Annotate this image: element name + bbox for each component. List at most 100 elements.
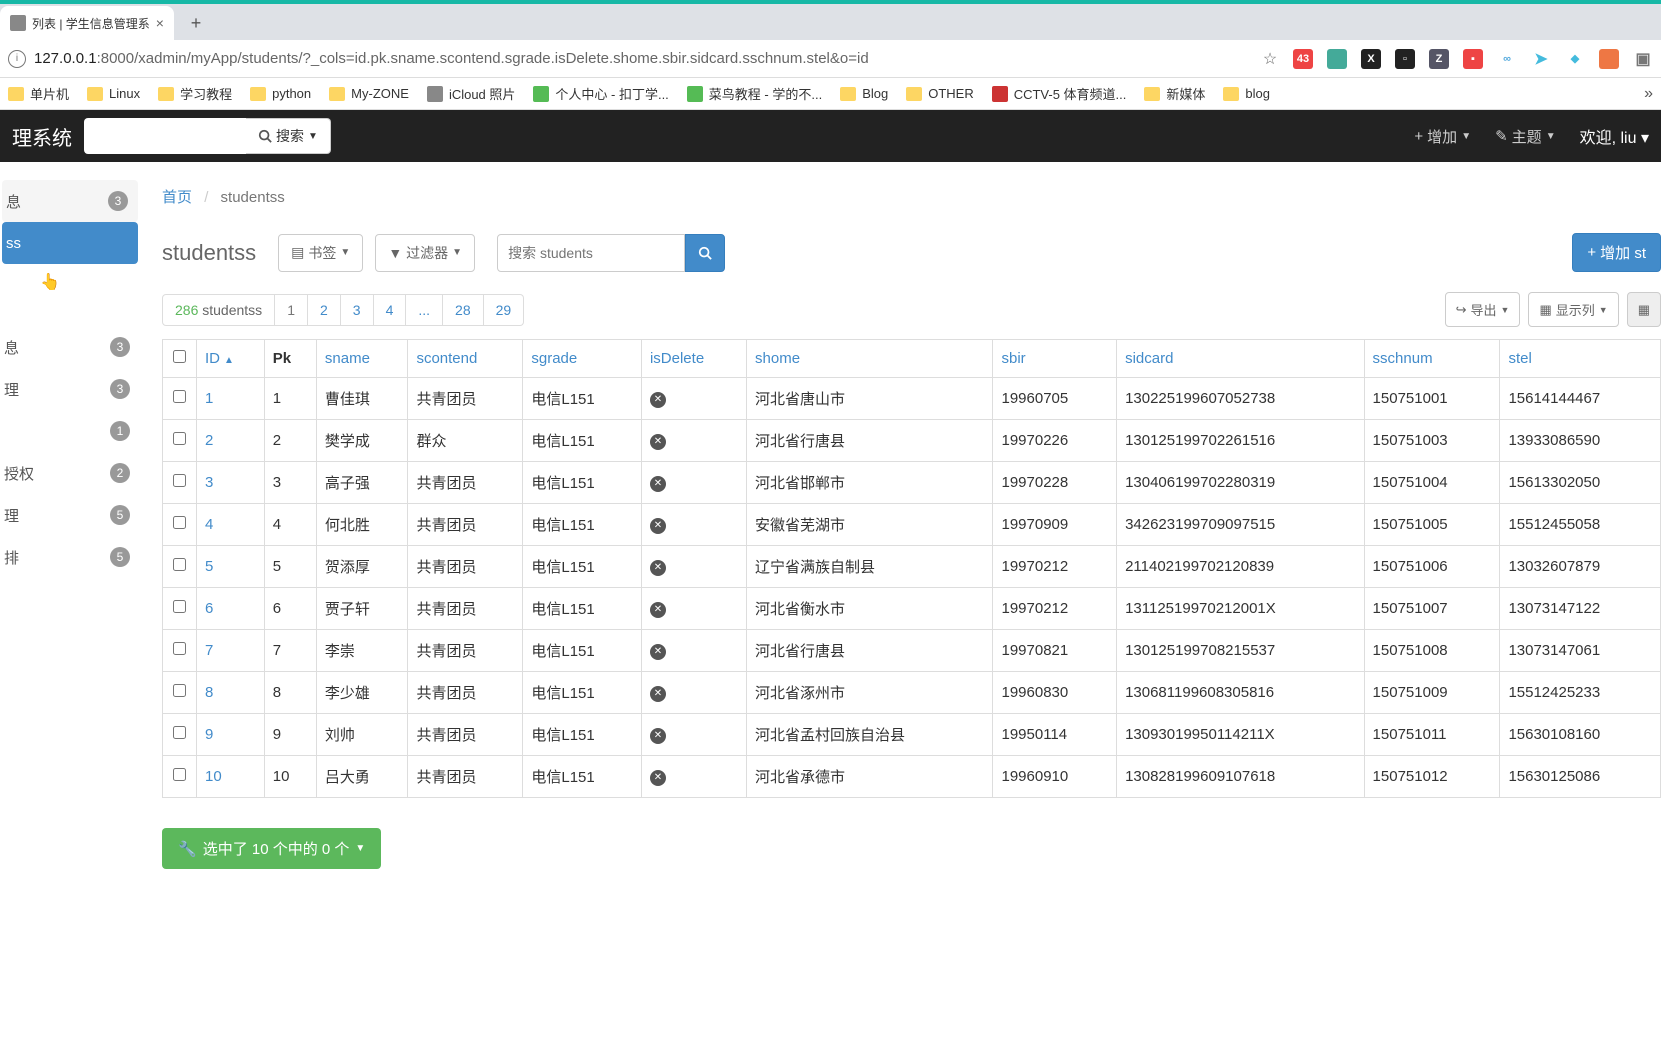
browser-tab[interactable]: 列表 | 学生信息管理系 × [0,6,174,40]
cell-id[interactable]: 4 [197,504,265,546]
column-header-isDelete[interactable]: isDelete [641,340,746,378]
row-checkbox[interactable] [173,684,186,697]
extension-icon[interactable] [1599,49,1619,69]
cell-id[interactable]: 7 [197,630,265,672]
cell-id[interactable]: 5 [197,546,265,588]
row-checkbox[interactable] [173,726,186,739]
sidebar-item[interactable]: ss [2,222,138,264]
extension-icon[interactable]: ▫ [1395,49,1415,69]
global-search-button[interactable]: 搜索 ▼ [246,118,331,154]
cell-id[interactable]: 10 [197,756,265,798]
extension-icon[interactable]: ◆ [1565,49,1585,69]
false-icon: ✕ [650,476,666,492]
site-info-icon[interactable]: i [8,50,26,68]
page-link[interactable]: 1 [275,294,308,326]
sidebar-item[interactable]: 理3 [0,368,140,410]
column-header-sbir[interactable]: sbir [993,340,1117,378]
cell-id[interactable]: 6 [197,588,265,630]
bookmark-item[interactable]: blog [1223,86,1270,101]
bookmark-item[interactable]: python [250,86,311,101]
table-search-input[interactable] [497,234,685,272]
global-search-input[interactable] [84,118,246,154]
bookmark-item[interactable]: My-ZONE [329,86,409,101]
bookmark-item[interactable]: 学习教程 [158,84,232,103]
column-header-sgrade[interactable]: sgrade [523,340,642,378]
grid-view-button[interactable]: ▦ [1627,292,1661,327]
star-icon[interactable]: ☆ [1261,50,1279,68]
sidebar-item[interactable]: 授权2 [0,452,140,494]
search-icon [258,129,272,143]
cell-id[interactable]: 9 [197,714,265,756]
sidebar-item[interactable]: 排5 [0,536,140,578]
bookmark-item[interactable]: 个人中心 - 扣丁学... [533,84,668,103]
add-record-button[interactable]: + 增加 st [1572,233,1661,272]
bookmark-label: CCTV-5 体育频道... [1014,84,1127,103]
cell-id[interactable]: 2 [197,420,265,462]
page-link[interactable]: 28 [443,294,484,326]
extension-icon[interactable]: Z [1429,49,1449,69]
bookmark-item[interactable]: OTHER [906,86,974,101]
sidebar-item[interactable]: 👆 [0,264,140,306]
page-link[interactable]: 3 [341,294,374,326]
extension-icon[interactable] [1327,49,1347,69]
column-header-stel[interactable]: stel [1500,340,1661,378]
page-link[interactable]: 2 [308,294,341,326]
row-checkbox[interactable] [173,390,186,403]
extension-icon[interactable]: ▪ [1463,49,1483,69]
bookmark-button[interactable]: ▤ 书签 ▼ [278,234,363,272]
close-icon[interactable]: × [156,15,164,31]
false-icon: ✕ [650,434,666,450]
row-checkbox[interactable] [173,642,186,655]
row-checkbox[interactable] [173,432,186,445]
cell-id[interactable]: 8 [197,672,265,714]
selection-actions-button[interactable]: 🔧 选中了 10 个中的 0 个 ▼ [162,828,381,869]
select-all-checkbox[interactable] [173,350,186,363]
column-header-Pk[interactable]: Pk [264,340,316,378]
send-icon[interactable]: ➤ [1531,49,1551,69]
row-checkbox[interactable] [173,516,186,529]
column-header-sname[interactable]: sname [316,340,408,378]
extension-icon[interactable]: ∞ [1497,49,1517,69]
row-checkbox[interactable] [173,768,186,781]
header-username[interactable]: liu [1621,130,1637,147]
columns-button[interactable]: ▦ 显示列 ▼ [1528,292,1618,327]
extension-icon[interactable]: 43 [1293,49,1313,69]
bookmark-item[interactable]: iCloud 照片 [427,84,515,103]
column-header-scontend[interactable]: scontend [408,340,523,378]
bookmark-item[interactable]: 菜鸟教程 - 学的不... [687,84,822,103]
bookmark-item[interactable]: Blog [840,86,888,101]
bookmark-item[interactable]: Linux [87,86,140,101]
cell-id[interactable]: 1 [197,378,265,420]
new-tab-button[interactable]: + [182,9,210,37]
header-theme-button[interactable]: ✎ 主题 ▼ [1495,126,1556,147]
filter-button[interactable]: ▼ 过滤器 ▼ [375,234,475,272]
cell-id[interactable]: 3 [197,462,265,504]
bookmark-item[interactable]: CCTV-5 体育频道... [992,84,1127,103]
page-link[interactable]: 4 [374,294,407,326]
column-header-shome[interactable]: shome [747,340,993,378]
export-button[interactable]: ↪ 导出 ▼ [1445,292,1521,327]
column-header-ID[interactable]: ID▲ [197,340,265,378]
sidebar-item[interactable]: 息3 [2,180,138,222]
page-link[interactable]: 29 [484,294,525,326]
table-search-button[interactable] [685,234,725,272]
extension-icon[interactable]: X [1361,49,1381,69]
camera-icon[interactable]: ▣ [1633,49,1653,69]
row-checkbox[interactable] [173,558,186,571]
share-icon: ↪ [1456,302,1467,318]
column-header-sidcard[interactable]: sidcard [1117,340,1364,378]
url-field[interactable]: 127.0.0.1:8000/xadmin/myApp/students/?_c… [34,50,1253,67]
bookmarks-overflow-button[interactable]: » [1644,85,1653,103]
row-checkbox[interactable] [173,600,186,613]
header-add-button[interactable]: + 增加 ▼ [1414,126,1471,147]
bookmark-item[interactable]: 单片机 [8,84,69,103]
sidebar-item[interactable]: 理5 [0,494,140,536]
breadcrumb-home[interactable]: 首页 [162,189,192,206]
bookmark-item[interactable]: 新媒体 [1144,84,1205,103]
column-header-sschnum[interactable]: sschnum [1364,340,1500,378]
sidebar-item[interactable]: 1 [0,410,140,452]
row-checkbox[interactable] [173,474,186,487]
plus-icon: + [1587,244,1596,261]
plus-icon: + [1414,128,1423,145]
sidebar-item[interactable]: 息3 [0,326,140,368]
